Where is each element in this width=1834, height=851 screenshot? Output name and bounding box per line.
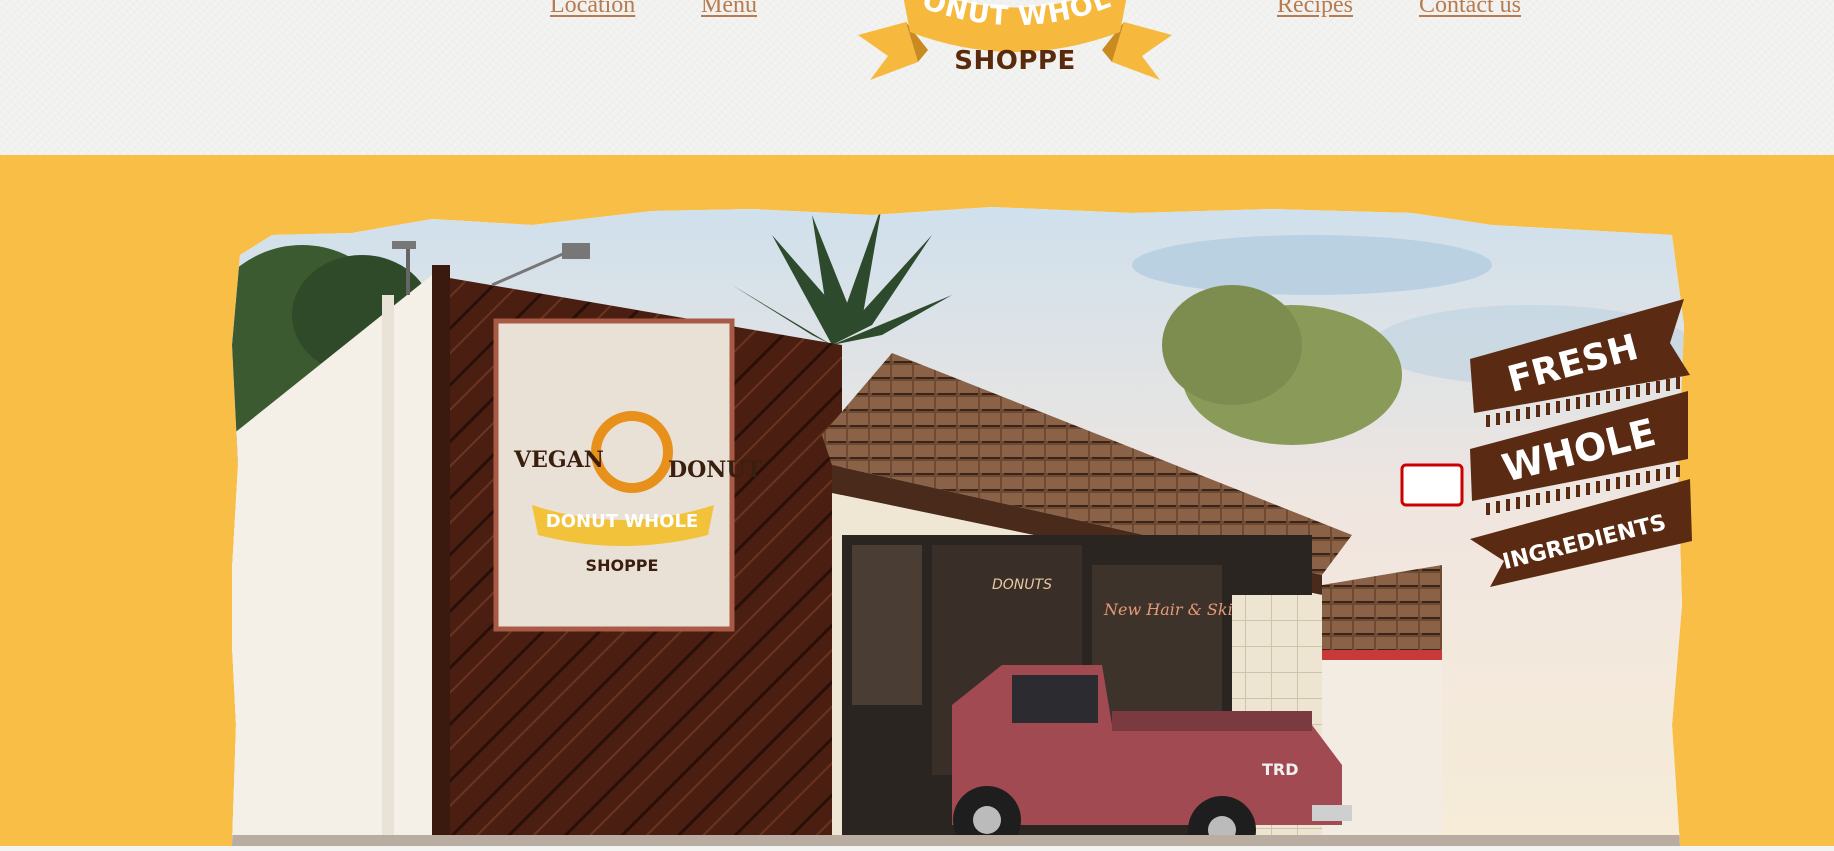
logo-ribbon-icon: DONUT WHOLE bbox=[846, 0, 1172, 80]
window-salon-text: New Hair & Skin bbox=[1103, 600, 1243, 619]
sign-donut-text: DONUT bbox=[668, 457, 763, 483]
logo-sub-text: SHOPPE bbox=[954, 46, 1076, 76]
ribbon-badge-icon: FRESH WHOLE INGREDIENTS bbox=[1470, 299, 1692, 587]
nav-link-contact-us[interactable]: Contact us bbox=[1419, 0, 1521, 19]
nav-link-location[interactable]: Location bbox=[550, 0, 635, 19]
truck-trd-text: TRD bbox=[1262, 760, 1299, 779]
sign-sub-text: SHOPPE bbox=[586, 556, 659, 575]
nav-link-recipes[interactable]: Recipes bbox=[1277, 0, 1353, 19]
window-donuts-text: DONUTS bbox=[992, 577, 1052, 593]
sign-banner-text: DONUT WHOLE bbox=[546, 511, 698, 532]
site-header: Location Menu Recipes Contact us DONUT W… bbox=[0, 0, 1834, 155]
hero-section: VEGAN DONUT DONUT WHOLE SHOPPE DONUTS Ne… bbox=[0, 155, 1834, 846]
fresh-whole-ingredients-badge: FRESH WHOLE INGREDIENTS bbox=[1464, 295, 1700, 595]
nav-link-menu[interactable]: Menu bbox=[701, 0, 757, 19]
site-logo[interactable]: DONUT WHOLE SHOPPE bbox=[846, 0, 1172, 90]
sign-vegan-text: VEGAN bbox=[513, 447, 604, 473]
